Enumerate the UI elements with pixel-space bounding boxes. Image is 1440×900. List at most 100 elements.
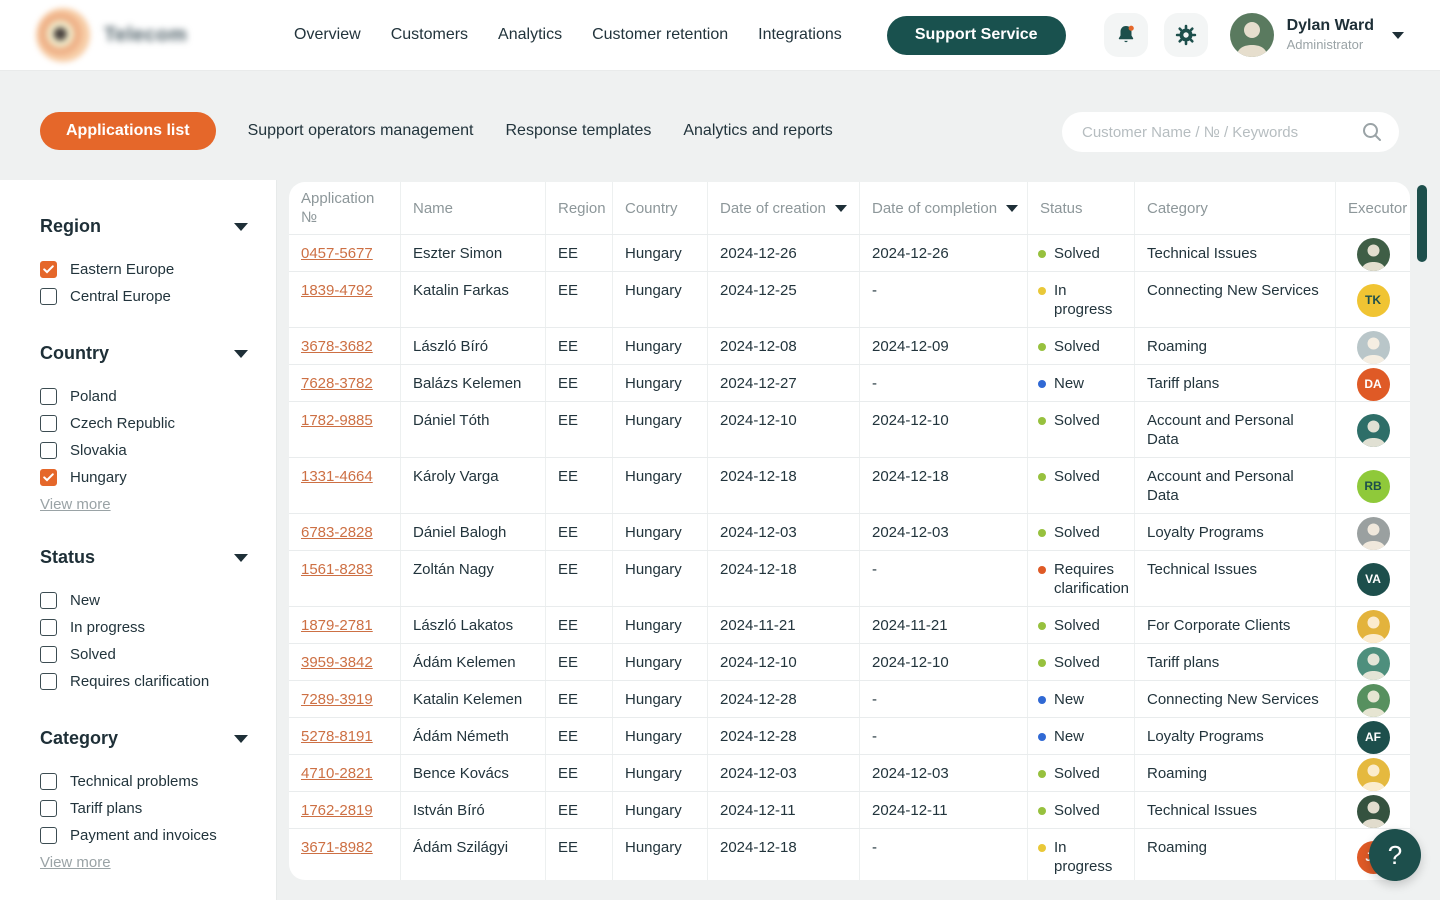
application-number-link[interactable]: 3678-3682	[301, 337, 373, 356]
checkbox-label: Eastern Europe	[70, 261, 174, 278]
filter-checkbox-technical-problems[interactable]: Technical problems	[40, 768, 248, 795]
executor-avatar[interactable]: AF	[1357, 721, 1390, 754]
column-header-application: Application №	[289, 182, 400, 234]
executor-avatar[interactable]	[1357, 795, 1390, 828]
application-number-link[interactable]: 3959-3842	[301, 653, 373, 672]
filter-checkbox-new[interactable]: New	[40, 587, 248, 614]
checkbox-checked[interactable]	[40, 469, 57, 486]
checkbox[interactable]	[40, 646, 57, 663]
checkbox[interactable]	[40, 288, 57, 305]
checkbox[interactable]	[40, 619, 57, 636]
checkbox[interactable]	[40, 827, 57, 844]
application-number-link[interactable]: 1561-8283	[301, 560, 373, 579]
view-more-link[interactable]: View more	[40, 496, 111, 513]
cell-region: EE	[545, 272, 612, 327]
executor-avatar[interactable]	[1357, 414, 1390, 447]
nav-item-customers[interactable]: Customers	[391, 26, 468, 44]
application-number-link[interactable]: 7289-3919	[301, 690, 373, 709]
sort-descending-icon[interactable]	[835, 205, 847, 212]
application-number-link[interactable]: 1839-4792	[301, 281, 373, 300]
executor-avatar[interactable]	[1357, 331, 1390, 364]
application-number-link[interactable]: 1782-9885	[301, 411, 373, 430]
application-number-link[interactable]: 1879-2781	[301, 616, 373, 635]
table-row: 1839-4792Katalin FarkasEEHungary2024-12-…	[289, 271, 1410, 327]
executor-avatar[interactable]	[1357, 610, 1390, 643]
checkbox-label: Poland	[70, 388, 117, 405]
help-button[interactable]: ?	[1369, 829, 1421, 881]
executor-avatar[interactable]: VA	[1357, 563, 1390, 596]
executor-avatar[interactable]	[1357, 238, 1390, 271]
executor-avatar[interactable]	[1357, 758, 1390, 791]
search-box[interactable]	[1062, 112, 1399, 152]
filter-checkbox-solved[interactable]: Solved	[40, 641, 248, 668]
tab-applications-list[interactable]: Applications list	[40, 112, 216, 150]
tab-support-operators-management[interactable]: Support operators management	[248, 122, 474, 140]
application-number-link[interactable]: 3671-8982	[301, 838, 373, 857]
cell-executor: AF	[1335, 718, 1410, 754]
filter-checkbox-poland[interactable]: Poland	[40, 383, 248, 410]
tab-response-templates[interactable]: Response templates	[506, 122, 652, 140]
filter-group-title: Category	[40, 728, 118, 749]
notifications-button[interactable]	[1104, 13, 1148, 57]
sort-descending-icon[interactable]	[1006, 205, 1018, 212]
executor-avatar[interactable]: DA	[1357, 368, 1390, 401]
executor-avatar[interactable]	[1357, 517, 1390, 550]
filter-checkbox-hungary[interactable]: Hungary	[40, 464, 248, 491]
status-dot-in-progress	[1038, 844, 1046, 852]
user-menu[interactable]: Dylan Ward Administrator	[1287, 17, 1374, 52]
application-number-link[interactable]: 5278-8191	[301, 727, 373, 746]
cell-status: Solved	[1027, 328, 1134, 364]
filter-checkbox-requires-clarification[interactable]: Requires clarification	[40, 668, 248, 695]
cell-region: EE	[545, 365, 612, 401]
filter-checkbox-in-progress[interactable]: In progress	[40, 614, 248, 641]
executor-avatar[interactable]	[1357, 684, 1390, 717]
application-number-link[interactable]: 6783-2828	[301, 523, 373, 542]
nav-item-overview[interactable]: Overview	[294, 26, 361, 44]
application-number-link[interactable]: 7628-3782	[301, 374, 373, 393]
cell-status: Requires clarification	[1027, 551, 1134, 606]
user-avatar[interactable]	[1230, 13, 1274, 57]
checkbox-checked[interactable]	[40, 261, 57, 278]
checkbox[interactable]	[40, 388, 57, 405]
cell-application-number: 1782-9885	[289, 402, 400, 457]
filter-group-header-category[interactable]: Category	[40, 728, 248, 749]
application-number-link[interactable]: 1762-2819	[301, 801, 373, 820]
checkbox[interactable]	[40, 415, 57, 432]
checkbox[interactable]	[40, 800, 57, 817]
cell-name: Katalin Kelemen	[400, 681, 545, 717]
application-number-link[interactable]: 0457-5677	[301, 244, 373, 263]
search-input[interactable]	[1082, 124, 1361, 141]
checkbox[interactable]	[40, 592, 57, 609]
checkbox[interactable]	[40, 673, 57, 690]
filter-checkbox-central-europe[interactable]: Central Europe	[40, 283, 248, 310]
filter-checkbox-slovakia[interactable]: Slovakia	[40, 437, 248, 464]
filter-checkbox-tariff-plans[interactable]: Tariff plans	[40, 795, 248, 822]
user-menu-chevron-down-icon[interactable]	[1392, 32, 1404, 39]
filter-checkbox-payment-and-invoices[interactable]: Payment and invoices	[40, 822, 248, 849]
filter-group-header-region[interactable]: Region	[40, 216, 248, 237]
nav-item-analytics[interactable]: Analytics	[498, 26, 562, 44]
nav-item-customer-retention[interactable]: Customer retention	[592, 26, 728, 44]
filter-group-title: Region	[40, 216, 101, 237]
tab-analytics-and-reports[interactable]: Analytics and reports	[683, 122, 832, 140]
filter-checkbox-czech-republic[interactable]: Czech Republic	[40, 410, 248, 437]
checkbox[interactable]	[40, 442, 57, 459]
checkbox-label: New	[70, 592, 100, 609]
view-more-link[interactable]: View more	[40, 854, 111, 871]
nav-item-integrations[interactable]: Integrations	[758, 26, 842, 44]
executor-avatar[interactable]: RB	[1357, 470, 1390, 503]
filter-group-header-country[interactable]: Country	[40, 343, 248, 364]
filter-checkbox-eastern-europe[interactable]: Eastern Europe	[40, 256, 248, 283]
cell-category: Tariff plans	[1134, 644, 1335, 680]
table-scrollbar-thumb[interactable]	[1417, 185, 1427, 262]
filter-group-region: Region Eastern Europe Central Europe	[40, 216, 248, 310]
filter-group-header-status[interactable]: Status	[40, 547, 248, 568]
application-number-link[interactable]: 4710-2821	[301, 764, 373, 783]
support-service-button[interactable]: Support Service	[887, 16, 1066, 55]
executor-avatar[interactable]: TK	[1357, 284, 1390, 317]
status-label: Solved	[1054, 467, 1100, 486]
settings-button[interactable]	[1164, 13, 1208, 57]
checkbox[interactable]	[40, 773, 57, 790]
application-number-link[interactable]: 1331-4664	[301, 467, 373, 486]
executor-avatar[interactable]	[1357, 647, 1390, 680]
